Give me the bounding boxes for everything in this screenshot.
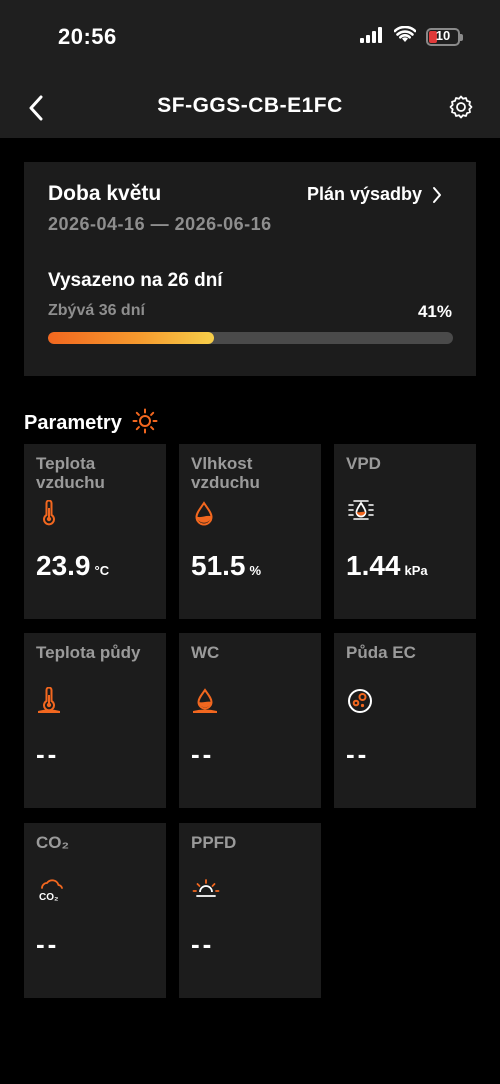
param-value: -- [191, 929, 215, 959]
sun-icon[interactable] [132, 408, 158, 439]
soil-ec-icon [346, 687, 372, 713]
param-tile-soil-temperature[interactable]: Teplota půdy -- [24, 633, 166, 808]
remaining-days: Zbývá 36 dní [48, 302, 145, 319]
status-time: 20:56 [58, 24, 117, 49]
param-value: -- [346, 739, 370, 769]
planting-plan-link[interactable]: Plán výsadby [307, 184, 442, 205]
parameters-title: Parametry [24, 412, 122, 434]
param-label: Teplota půdy [36, 643, 141, 662]
param-value: 51.5% [191, 550, 261, 582]
param-value: -- [36, 929, 60, 959]
param-label: Vlhkost vzduchu [191, 454, 260, 492]
param-tile-wc[interactable]: WC -- [179, 633, 321, 808]
svg-text:CO₂: CO₂ [39, 892, 58, 903]
param-tile-air-temperature[interactable]: Teplota vzduchu 23.9 °C [24, 444, 166, 619]
param-tile-vpd[interactable]: VPD 1.44 kPa [334, 444, 476, 619]
soil-thermometer-icon [36, 686, 62, 713]
settings-button[interactable] [448, 94, 474, 120]
wifi-icon [393, 25, 417, 48]
param-label: Teplota vzduchu [36, 454, 105, 492]
param-label: PPFD [191, 833, 237, 852]
progress-bar-fill [48, 332, 215, 344]
bloom-period-title: Doba květu [48, 182, 162, 205]
top-bar: 20:56 10 SF-GGS-CB-E1FC [0, 0, 500, 138]
date-range: 2026-04-16 — 2026-06-16 [48, 214, 272, 234]
param-value: 1.44 kPa [346, 550, 428, 582]
gear-icon [449, 95, 473, 119]
vpd-icon [346, 498, 374, 524]
param-label: CO₂ [36, 833, 70, 852]
battery-percent: 10 [435, 28, 451, 43]
signal-icon [360, 26, 384, 48]
battery-icon: 10 [426, 28, 463, 46]
param-unit: kPa [404, 563, 428, 578]
param-value-number: 23.9 [36, 550, 91, 581]
param-label: VPD [346, 454, 381, 473]
param-value: 23.9 °C [36, 550, 109, 582]
planted-days: Vysazeno na 26 dní [48, 270, 223, 291]
progress-bar [48, 332, 453, 344]
progress-percent: 41% [417, 302, 452, 321]
thermometer-icon [36, 499, 62, 526]
co2-icon: CO₂ [36, 877, 63, 903]
param-label: WC [191, 643, 220, 662]
chevron-right-icon [433, 186, 441, 203]
param-value: -- [191, 739, 215, 769]
param-tile-soil-ec[interactable]: Půda EC -- [334, 633, 476, 808]
param-unit: % [249, 563, 262, 578]
param-value-number: 51.5 [191, 550, 246, 581]
bloom-period-card: Doba květu Plán výsadby 2026-04-16 — 202… [24, 162, 476, 376]
water-drop-icon [191, 500, 217, 526]
param-tile-ppfd[interactable]: PPFD -- [179, 823, 321, 998]
param-label: Půda EC [346, 643, 416, 662]
soil-moisture-icon [191, 687, 217, 713]
page-title: SF-GGS-CB-E1FC [157, 94, 343, 117]
param-tile-air-humidity[interactable]: Vlhkost vzduchu 51.5% [179, 444, 321, 619]
planting-plan-label: Plán výsadby [306, 184, 422, 204]
parameters-heading: Parametry [24, 408, 158, 439]
param-value-number: 1.44 [346, 550, 401, 581]
param-tile-co2[interactable]: CO₂ CO₂ -- [24, 823, 166, 998]
sunrise-icon [191, 877, 220, 903]
param-unit: °C [94, 563, 110, 578]
param-value: -- [36, 739, 60, 769]
status-icons: 10 [360, 25, 463, 48]
